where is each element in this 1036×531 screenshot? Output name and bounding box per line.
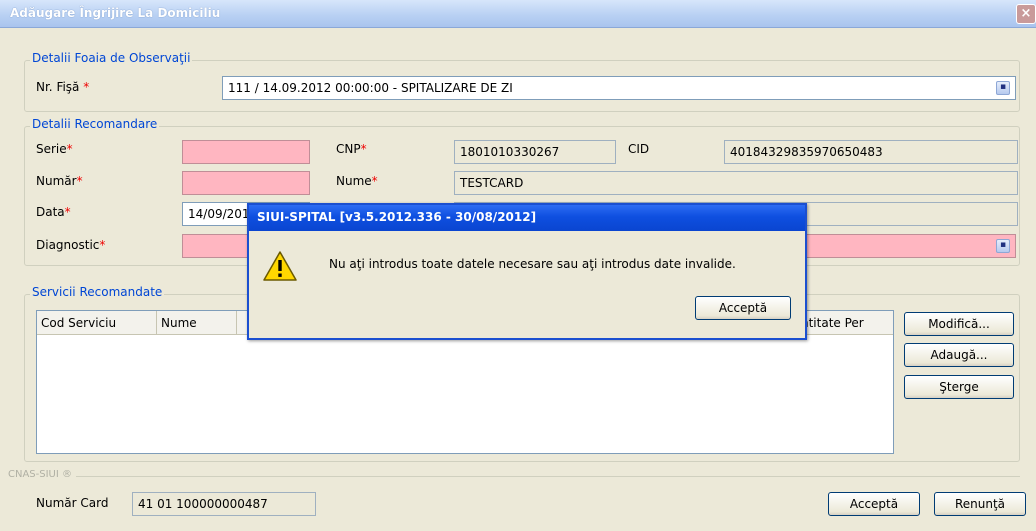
observatie-legend: Detalii Foaia de Observaţii	[30, 51, 193, 65]
serie-label: Serie*	[36, 142, 73, 156]
cnas-divider	[52, 476, 1020, 477]
cnp-label: CNP*	[336, 142, 367, 156]
accepta-button[interactable]: Acceptă	[828, 492, 920, 516]
modifica-button[interactable]: Modifică...	[904, 312, 1014, 336]
serie-input[interactable]	[182, 140, 310, 164]
nume-label: Nume*	[336, 174, 378, 188]
dialog-title-bar[interactable]: SIUI-SPITAL [v3.5.2012.336 - 30/08/2012]	[249, 205, 805, 231]
data-label: Data*	[36, 205, 71, 219]
fisa-field[interactable]: 111 / 14.09.2012 00:00:00 - SPITALIZARE …	[222, 76, 1016, 100]
cnp-field: 1801010330267	[454, 140, 616, 164]
sterge-button[interactable]: Şterge	[904, 375, 1014, 399]
numar-input[interactable]	[182, 171, 310, 195]
window-title: Adăugare Îngrijire La Domiciliu	[10, 6, 221, 20]
servicii-legend: Servicii Recomandate	[30, 285, 165, 299]
warning-icon	[263, 251, 297, 281]
recomandare-legend: Detalii Recomandare	[30, 117, 160, 131]
column-header-cantitate[interactable]: ntitate Per	[797, 311, 893, 335]
nume-field: TESTCARD	[454, 171, 1018, 195]
cid-label: CID	[628, 142, 650, 156]
numar-label: Număr*	[36, 174, 83, 188]
card-label: Număr Card	[36, 496, 109, 510]
adauga-button[interactable]: Adaugă...	[904, 343, 1014, 367]
close-button[interactable]: ×	[1016, 4, 1036, 24]
diagnostic-label: Diagnostic*	[36, 238, 106, 252]
dialog-ok-button[interactable]: Acceptă	[695, 296, 791, 320]
diagnostic-dropdown-button[interactable]: ▪	[996, 239, 1010, 253]
cid-field: 40184329835970650483	[724, 140, 1018, 164]
dialog-message: Nu aţi introdus toate datele necesare sa…	[329, 257, 736, 271]
column-header-nume[interactable]: Nume	[157, 311, 237, 335]
cnas-legend: CNAS-SIUI ®	[8, 469, 77, 480]
title-bar[interactable]: Adăugare Îngrijire La Domiciliu ×	[0, 0, 1036, 28]
column-header-cod[interactable]: Cod Serviciu	[37, 311, 157, 335]
renunta-button[interactable]: Renunţă	[934, 492, 1026, 516]
fisa-label: Nr. Fişă *	[36, 80, 90, 94]
card-field: 41 01 100000000487	[132, 492, 316, 516]
error-dialog: SIUI-SPITAL [v3.5.2012.336 - 30/08/2012]…	[247, 203, 807, 340]
fisa-dropdown-button[interactable]: ▪	[996, 81, 1010, 95]
dialog-title: SIUI-SPITAL [v3.5.2012.336 - 30/08/2012]	[257, 210, 537, 224]
